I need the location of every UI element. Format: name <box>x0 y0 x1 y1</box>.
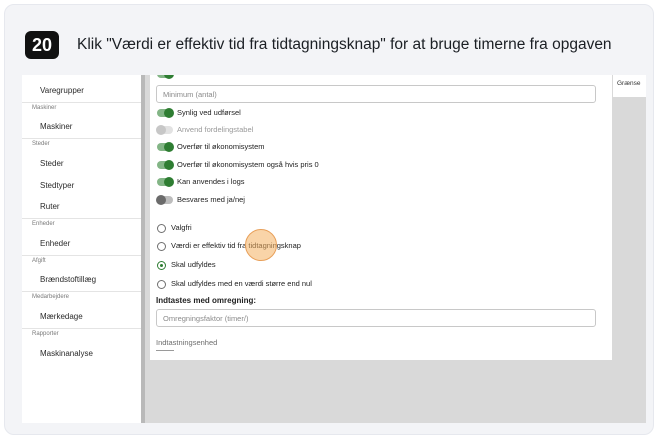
unit-field-label: Indtastningsenhed <box>156 338 218 347</box>
toggle-label: Overfør til økonomisystem også hvis pris… <box>177 160 319 169</box>
toggle-label: Besvares med ja/nej <box>177 195 245 204</box>
radio-skal-udfyldes[interactable] <box>157 261 166 270</box>
toggle-label: Kan anvendes i logs <box>177 177 245 186</box>
radio-stoerre-end-nul[interactable] <box>157 280 166 289</box>
radio-label: Valgfri <box>171 223 192 232</box>
conversion-factor-input[interactable]: Omregningsfaktor (timer/) <box>156 309 596 327</box>
toggle-label: Synlig ved udførsel <box>177 108 241 117</box>
radio-label: Skal udfyldes med en værdi større end nu… <box>171 279 312 288</box>
sidebar-item-braendstoftillaeg[interactable]: Brændstoftillæg <box>40 275 96 284</box>
sidebar-edge <box>141 75 145 423</box>
minimum-input[interactable]: Minimum (antal) <box>156 85 596 103</box>
sidebar-section-enheder: Enheder <box>32 221 55 227</box>
radio-valgfri[interactable] <box>157 224 166 233</box>
sidebar-section-maskiner: Maskiner <box>32 105 57 111</box>
toggle-ja-nej[interactable] <box>156 195 173 205</box>
graense-label: Grænse <box>617 80 641 87</box>
sidebar-section-rapporter: Rapporter <box>32 331 59 337</box>
unit-field-underline[interactable] <box>156 350 174 351</box>
sidebar-item-maerkedage[interactable]: Mærkedage <box>40 312 83 321</box>
sidebar-divider <box>22 255 141 256</box>
sidebar-divider <box>22 218 141 219</box>
radio-effektiv-tid[interactable] <box>157 242 166 251</box>
form-panel: Minimum (antal) Synlig ved udførsel Anve… <box>150 75 612 360</box>
step-number-badge: 20 <box>25 31 59 59</box>
sidebar-item-maskiner[interactable]: Maskiner <box>40 122 72 131</box>
sidebar-divider <box>22 291 141 292</box>
sidebar-item-ruter[interactable]: Ruter <box>40 202 60 211</box>
toggle-logs[interactable] <box>157 177 174 187</box>
sidebar-section-medarbejdere: Medarbejdere <box>32 294 70 300</box>
sidebar-item-stedtyper[interactable]: Stedtyper <box>40 181 74 190</box>
toggle-label: Overfør til økonomisystem <box>177 142 265 151</box>
toggle-fordelingstabel <box>156 125 173 135</box>
right-panel: Grænse <box>613 75 646 97</box>
sidebar-item-maskinanalyse[interactable]: Maskinanalyse <box>40 349 93 358</box>
app-screenshot: Varegrupper Maskiner Maskiner Steder Ste… <box>22 75 646 423</box>
sidebar-item-enheder[interactable]: Enheder <box>40 239 70 248</box>
radio-label: Skal udfyldes <box>171 260 216 269</box>
toggle-label: Anvend fordelingstabel <box>177 125 254 134</box>
minimum-placeholder: Minimum (antal) <box>163 90 217 99</box>
toggle-synlig[interactable] <box>157 108 174 118</box>
toggle-oekonomisystem-pris0[interactable] <box>157 160 174 170</box>
step-card: 20 Klik "Værdi er effektiv tid fra tidta… <box>4 4 654 435</box>
sidebar-item-steder[interactable]: Steder <box>40 159 64 168</box>
radio-label: Værdi er effektiv tid fra tidtagningskna… <box>171 241 301 250</box>
sidebar-section-steder: Steder <box>32 141 50 147</box>
conversion-heading: Indtastes med omregning: <box>156 296 257 305</box>
partial-toggle[interactable] <box>157 75 174 79</box>
step-title: Klik "Værdi er effektiv tid fra tidtagni… <box>77 36 612 53</box>
click-target-marker <box>245 229 277 261</box>
sidebar-section-afgift: Afgift <box>32 258 46 264</box>
sidebar-divider <box>22 328 141 329</box>
sidebar-item-varegrupper[interactable]: Varegrupper <box>40 86 84 95</box>
conversion-placeholder: Omregningsfaktor (timer/) <box>163 314 249 323</box>
sidebar-divider <box>22 102 141 103</box>
sidebar: Varegrupper Maskiner Maskiner Steder Ste… <box>22 75 141 423</box>
sidebar-divider <box>22 138 141 139</box>
toggle-oekonomisystem[interactable] <box>157 142 174 152</box>
